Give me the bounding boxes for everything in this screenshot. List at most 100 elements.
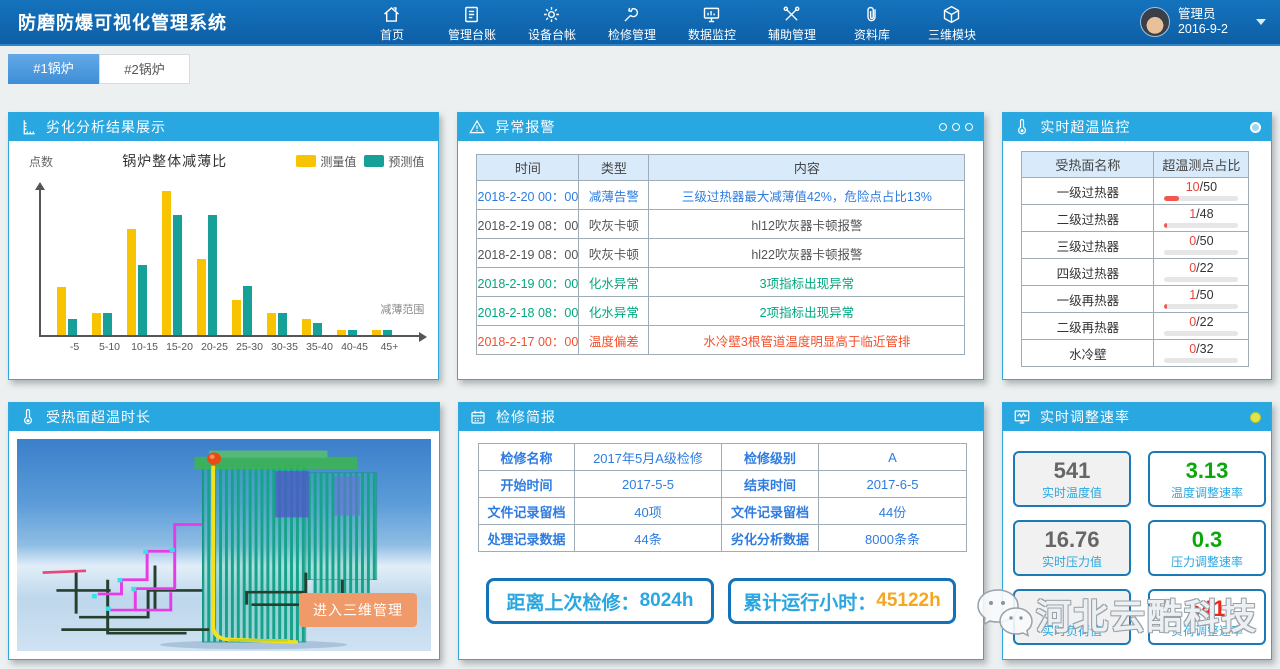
nav-label: 首页 (352, 26, 432, 43)
alarm-type: 化水异常 (579, 268, 649, 297)
tab-boiler-1[interactable]: #1锅炉 (8, 54, 99, 84)
thermometer-icon (19, 408, 37, 426)
overtemp-ratio: 0/50 (1154, 234, 1248, 248)
alarm-row: 2018-2-19 08：00吹灰卡顿hl22吹灰器卡顿报警 (477, 239, 965, 268)
home-icon (381, 4, 402, 25)
alarm-table: 时间类型内容2018-2-20 00：00减薄告警三级过热器最大减薄值42%，危… (476, 154, 965, 355)
nav-label: 设备台帐 (512, 26, 592, 43)
bar-测量值 (232, 300, 241, 335)
since-last-maintenance-button[interactable]: 距离上次检修：8024h (486, 578, 714, 624)
bar-group (294, 319, 329, 335)
nav-item-7[interactable]: 三维模块 (912, 1, 992, 43)
alarm-col-header: 内容 (649, 155, 965, 181)
overtemp-ratio: 0/22 (1154, 261, 1248, 275)
tab-boiler-2[interactable]: #2锅炉 (99, 54, 190, 84)
alarm-col-header: 类型 (579, 155, 649, 181)
nav-item-3[interactable]: 检修管理 (592, 1, 672, 43)
nav-label: 资料库 (832, 26, 912, 43)
rate-value: 541 (1189, 596, 1226, 621)
overtemp-col-header: 受热面名称 (1022, 152, 1154, 178)
nav-item-6[interactable]: 资料库 (832, 1, 912, 43)
total-running-hours-button[interactable]: 累计运行小时：45122h (728, 578, 956, 624)
panel-heating-surface-overtemp-duration: 受热面超温时长 (8, 402, 440, 660)
bar-group (364, 330, 399, 335)
panel-header: 异常报警 (458, 113, 983, 141)
nav-item-4[interactable]: 数据监控 (672, 1, 752, 43)
maintenance-label: 结束时间 (722, 471, 819, 498)
alarm-content: 三级过热器最大减薄值42%，危险点占比13% (649, 181, 965, 210)
panel-degradation-analysis: 劣化分析结果展示 点数 锅炉整体减薄比 测量值预测值 -55-1010-1515… (8, 112, 439, 380)
x-tick-label: -5 (57, 341, 92, 353)
app-title: 防磨防爆可视化管理系统 (18, 9, 227, 35)
enter-3d-management-button[interactable]: 进入三维管理 (299, 593, 417, 627)
panel-indicator[interactable] (1250, 122, 1261, 133)
nav-item-0[interactable]: 首页 (352, 1, 432, 43)
rate-boxes: 541实时温度值3.13温度调整速率16.76实时压力值0.3压力调整速率 实时… (1003, 431, 1271, 645)
rate-label: 负荷调整速率 (1171, 622, 1243, 639)
bar-group (224, 286, 259, 335)
boiler-tabs: #1锅炉#2锅炉 (8, 54, 190, 84)
panel-options-dots[interactable] (939, 123, 973, 131)
rate-box-3: 0.3压力调整速率 (1148, 520, 1266, 576)
bar-预测值 (278, 313, 287, 335)
maintenance-value: 8000条条 (819, 525, 967, 552)
panel-indicator[interactable] (1250, 412, 1261, 423)
maintenance-value: 40项 (575, 498, 722, 525)
x-tick-label: 10-15 (127, 341, 162, 353)
rate-box-4: 实时负荷值 (1013, 589, 1131, 645)
overtemp-row: 一级再热器1/50 (1022, 286, 1249, 313)
paperclip-icon (861, 4, 882, 25)
bar-预测值 (313, 323, 322, 335)
chevron-down-icon[interactable] (1256, 19, 1266, 25)
legend-item: 预测值 (364, 153, 424, 170)
alarm-time: 2018-2-19 08：00 (477, 210, 579, 239)
nav-label: 检修管理 (592, 26, 672, 43)
bar-测量值 (127, 229, 136, 335)
surface-name: 一级过热器 (1022, 178, 1154, 205)
overtemp-progress-fill (1164, 304, 1166, 309)
bar-预测值 (138, 265, 147, 335)
panel-title: 受热面超温时长 (46, 407, 151, 427)
ruler-icon (19, 118, 37, 136)
rate-value: 0.3 (1192, 527, 1223, 552)
alarm-row: 2018-2-19 00：00化水异常3项指标出现异常 (477, 268, 965, 297)
nav-item-1[interactable]: 管理台账 (432, 1, 512, 43)
overtemp-progress-fill (1164, 223, 1166, 228)
alarm-time: 2018-2-19 00：00 (477, 268, 579, 297)
bar-group (119, 229, 154, 335)
panel-abnormal-alarms: 异常报警 时间类型内容2018-2-20 00：00减薄告警三级过热器最大减薄值… (457, 112, 984, 380)
overtemp-ratio-cell: 10/50 (1154, 178, 1249, 205)
overtemp-ratio-cell: 0/22 (1154, 313, 1249, 340)
user-block[interactable]: 管理员 2016-9-2 (1140, 7, 1228, 37)
bar-预测值 (173, 215, 182, 335)
overtemp-ratio-cell: 0/50 (1154, 232, 1249, 259)
bar-group (259, 313, 294, 335)
avatar[interactable] (1140, 7, 1170, 37)
overtemp-row: 二级再热器0/22 (1022, 313, 1249, 340)
boiler-3d-view[interactable]: 进入三维管理 (17, 439, 431, 651)
maintenance-table: 检修名称2017年5月A级检修检修级别A开始时间2017-5-5结束时间2017… (478, 443, 967, 552)
x-tick-label: 5-10 (92, 341, 127, 353)
bar-预测值 (243, 286, 252, 335)
bar-预测值 (348, 330, 357, 335)
surface-name: 水冷壁 (1022, 340, 1154, 367)
bar-测量值 (302, 319, 311, 335)
overtemp-row: 水冷壁0/32 (1022, 340, 1249, 367)
overtemp-ratio-cell: 1/48 (1154, 205, 1249, 232)
nav-item-2[interactable]: 设备台帐 (512, 1, 592, 43)
panel-header: 实时超温监控 (1003, 113, 1271, 141)
panel-title: 实时超温监控 (1040, 117, 1130, 137)
rate-value (1069, 596, 1075, 621)
panel-title: 劣化分析结果展示 (46, 117, 166, 137)
alarm-content: 3项指标出现异常 (649, 268, 965, 297)
maintenance-counters: 距离上次检修：8024h 累计运行小时：45122h (459, 578, 983, 624)
maintenance-row: 开始时间2017-5-5结束时间2017-6-5 (479, 471, 967, 498)
surface-name: 四级过热器 (1022, 259, 1154, 286)
maintenance-row: 文件记录留档40项文件记录留档44份 (479, 498, 967, 525)
overtemp-ratio-cell: 1/50 (1154, 286, 1249, 313)
alarm-type: 吹灰卡顿 (579, 210, 649, 239)
rate-box-0: 541实时温度值 (1013, 451, 1131, 507)
nav-item-5[interactable]: 辅助管理 (752, 1, 832, 43)
panel-realtime-overtemp-monitor: 实时超温监控 受热面名称超温测点占比一级过热器10/50二级过热器1/48三级过… (1002, 112, 1272, 380)
overtemp-progress-track (1164, 250, 1238, 255)
